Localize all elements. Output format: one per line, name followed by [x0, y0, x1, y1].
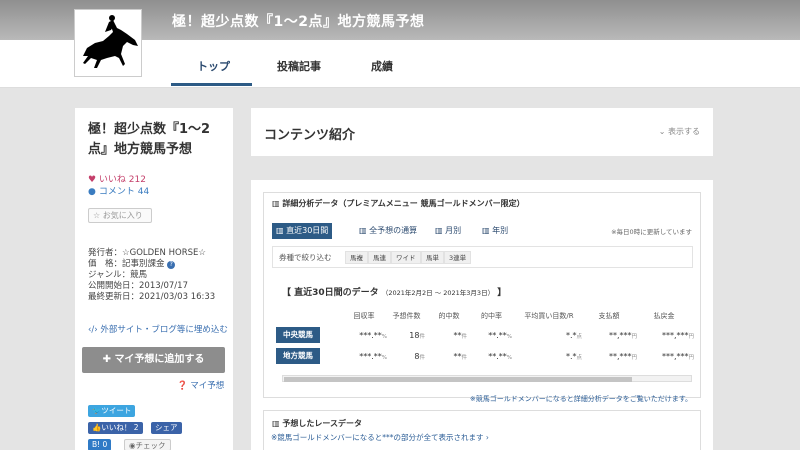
table-cell: **,***円	[608, 331, 637, 340]
table-cell: **.**%	[488, 352, 512, 361]
content-intro-title: コンテンツ紹介	[264, 128, 356, 143]
chart-icon: ▥	[359, 226, 367, 235]
table-cell: **.**%	[488, 331, 512, 340]
col-header: 払戻金	[653, 312, 675, 320]
meta-price: 価 格：記事別課金 ?	[88, 259, 215, 270]
chart-icon: ▥	[482, 226, 490, 235]
favorite-label: お気に入り	[102, 211, 143, 220]
col-header: 平均買い目数/R	[524, 312, 574, 320]
bar-chart-icon: ▥	[272, 199, 280, 208]
update-note: ※毎日0時に更新しています	[611, 228, 692, 236]
filter-chip[interactable]: 馬連	[368, 251, 391, 264]
content-intro-card: コンテンツ紹介 ⌄ 表示する	[251, 108, 713, 156]
col-header: 的中率	[481, 312, 502, 320]
check-button[interactable]: ◉チェック	[124, 439, 171, 450]
my-yoso-link[interactable]: ❓ マイ予想	[177, 379, 224, 391]
member-note: ※競馬ゴールドメンバーになると詳細分析データをご覧いただけます。	[469, 395, 692, 403]
meta-updated: 最終更新日：2021/03/03 16:33	[88, 292, 216, 302]
race-data-box: ▥ 予想したレースデータ	[263, 410, 701, 450]
filter-label: 券種で絞り込む	[279, 253, 332, 262]
filter-chip[interactable]: 馬複	[345, 251, 368, 264]
table-cell: **件	[453, 352, 467, 361]
hatena-bookmark-button[interactable]: B! 0	[88, 439, 112, 450]
race-data-title: ▥ 予想したレースデータ	[272, 419, 362, 428]
comment-icon: ●	[88, 187, 96, 197]
horizontal-scrollbar[interactable]	[282, 375, 692, 382]
site-logo[interactable]	[74, 9, 142, 77]
tab-all-time[interactable]: ▥ 全予想の通算	[355, 223, 421, 239]
chart-icon: ▥	[276, 226, 284, 235]
table-cell: **件	[453, 331, 467, 340]
tab-top[interactable]: トップ	[197, 58, 230, 74]
favorite-button[interactable]: ☆ お気に入り	[88, 208, 152, 223]
sidebar-title: 極！超少点数『1～2点』地方競馬予想	[88, 122, 211, 157]
meta-genre: ジャンル：競馬	[88, 270, 148, 280]
col-header: 予想件数	[392, 312, 421, 320]
star-icon: ☆	[93, 211, 101, 220]
plus-icon: ✚	[102, 354, 111, 365]
meta-start-date: 公開開始日：2013/07/17	[88, 281, 188, 291]
table-cell: ***,***円	[661, 331, 694, 340]
tab-monthly[interactable]: ▥ 月別	[431, 223, 465, 239]
analysis-title: ▥ 詳細分析データ（プレミアムメニュー 競馬ゴールドメンバー限定）	[272, 199, 525, 208]
chevron-down-icon: ⌄	[658, 127, 666, 136]
filter-chip[interactable]: 馬単	[421, 251, 444, 264]
facebook-like-button[interactable]: 👍いいね！ 2	[88, 422, 143, 434]
col-header: 回収率	[353, 312, 375, 320]
tab-yearly[interactable]: ▥ 年別	[478, 223, 512, 239]
code-icon: ‹/›	[88, 325, 98, 335]
show-toggle[interactable]: ⌄ 表示する	[659, 126, 700, 137]
col-header: 的中数	[438, 312, 460, 320]
analysis-box: ▥ 詳細分析データ（プレミアムメニュー 競馬ゴールドメンバー限定） ▥ 直近30…	[263, 192, 701, 403]
period-heading: 【 直近30日間のデータ （2021年2月2日 ～ 2021年3月3日） 】	[282, 288, 507, 298]
row-label-chiho[interactable]: 地方競馬	[276, 348, 320, 364]
ticket-filter-row: 券種で絞り込む 馬複 馬連 ワイド 馬単 3連単	[272, 246, 693, 268]
table-cell: ***,***円	[661, 352, 694, 361]
main-card: ▥ 詳細分析データ（プレミアムメニュー 競馬ゴールドメンバー限定） ▥ 直近30…	[251, 180, 713, 450]
meta-info: 発行者：☆GOLDEN HORSE☆ 価 格：記事別課金 ? ジャンル：競馬 公…	[88, 248, 215, 303]
tab-posts[interactable]: 投稿記事	[277, 58, 321, 74]
table-cell: ***.**%	[359, 352, 387, 361]
tab-last-30-days[interactable]: ▥ 直近30日間	[272, 223, 333, 239]
scrollbar-thumb[interactable]	[284, 377, 632, 382]
active-tab-indicator	[171, 83, 252, 86]
twitter-icon: 🐦	[92, 406, 102, 415]
chart-icon: ▥	[435, 226, 443, 235]
help-icon[interactable]: ?	[167, 261, 176, 269]
horse-jockey-icon	[83, 15, 138, 68]
table-cell: *.*点	[565, 352, 582, 361]
facebook-share-button[interactable]: シェア	[151, 422, 182, 434]
comments-count: 44	[137, 187, 150, 197]
table-cell: 8件	[414, 352, 425, 361]
site-title[interactable]: 極！超少点数『1～2点』地方競馬予想	[172, 11, 424, 31]
embed-link[interactable]: ‹/› 外部サイト・ブログ等に埋め込む	[88, 323, 228, 335]
filter-chip[interactable]: 3連単	[444, 251, 472, 264]
race-data-note[interactable]: ※競馬ゴールドメンバーになると***の部分が全て表示されます ›	[271, 432, 489, 443]
table-cell: ***.**%	[359, 331, 387, 340]
help-circle-icon: ❓	[177, 381, 188, 391]
thumbs-up-icon: 👍	[92, 423, 102, 432]
comments-stat[interactable]: ● コメント 44	[88, 184, 149, 197]
table-cell: *.*点	[565, 331, 582, 340]
table-cell: 18件	[409, 331, 425, 340]
meta-publisher: 発行者：☆GOLDEN HORSE☆	[88, 248, 206, 258]
col-header: 支払額	[598, 312, 620, 320]
table-cell: **,***円	[608, 352, 637, 361]
tab-results[interactable]: 成績	[371, 58, 393, 74]
sidebar-card: 極！超少点数『1～2点』地方競馬予想 ♥ いいね 212 ● コメント 44 ☆…	[75, 108, 233, 450]
row-label-chuo[interactable]: 中央競馬	[276, 327, 320, 343]
filter-chip[interactable]: ワイド	[391, 251, 421, 264]
tweet-button[interactable]: 🐦ツイート	[88, 405, 136, 417]
comments-label: コメント	[98, 187, 135, 197]
bar-chart-icon: ▥	[272, 419, 280, 428]
period-range: （2021年2月2日 ～ 2021年3月3日）	[381, 289, 495, 297]
add-my-yoso-button[interactable]: ✚ マイ予想に追加する	[82, 347, 225, 373]
